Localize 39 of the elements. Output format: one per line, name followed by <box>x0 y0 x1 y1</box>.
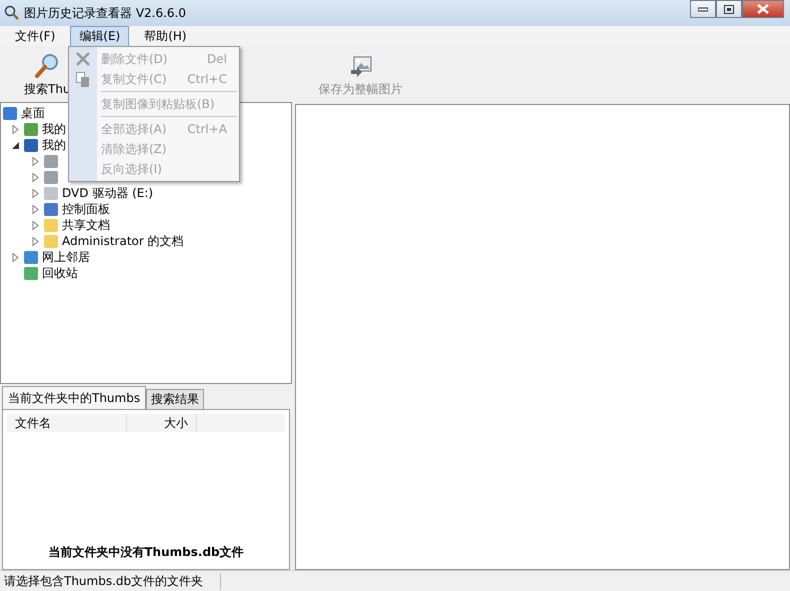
column-header[interactable]: 大小 <box>127 414 197 432</box>
expand-icon[interactable] <box>31 236 40 246</box>
maximize-button[interactable] <box>716 0 742 18</box>
copy-icon <box>76 72 90 86</box>
tree-item[interactable]: DVD 驱动器 (E:) <box>62 184 154 202</box>
menu-item[interactable]: 帮助(H) <box>135 26 196 46</box>
tab[interactable]: 搜索结果 <box>146 389 204 409</box>
tree-item[interactable]: 网上邻居 <box>42 248 90 266</box>
tree-item[interactable]: 桌面 <box>21 104 45 122</box>
expand-icon[interactable] <box>31 220 40 230</box>
status-text: 请选择包含Thumbs.db文件的文件夹 <box>0 572 221 590</box>
menu-item[interactable]: 编辑(E) <box>70 26 130 46</box>
expand-icon[interactable] <box>31 204 40 214</box>
empty-message: 当前文件夹中没有Thumbs.db文件 <box>47 544 245 561</box>
tree-item[interactable]: 我的 <box>42 120 66 138</box>
tree-item[interactable]: Administrator 的文档 <box>62 232 184 250</box>
maximize-icon <box>724 4 734 14</box>
minimize-button[interactable] <box>690 0 716 18</box>
expand-icon[interactable] <box>11 124 20 134</box>
window-title: 图片历史记录查看器 V2.6.6.0 <box>24 4 188 22</box>
close-icon <box>76 52 90 66</box>
expand-icon[interactable] <box>31 172 40 182</box>
tree-item[interactable]: 回收站 <box>42 264 78 282</box>
image-arrow-icon <box>348 55 373 79</box>
close-button[interactable] <box>742 0 784 18</box>
tab[interactable]: 当前文件夹中的Thumbs <box>2 386 146 409</box>
tree-item[interactable]: 控制面板 <box>62 200 110 218</box>
tree-item[interactable]: 共享文档 <box>62 216 110 234</box>
minimize-icon <box>698 6 708 12</box>
tree-item[interactable]: 我的 <box>42 136 66 154</box>
column-header[interactable]: 文件名 <box>7 414 127 432</box>
menu-item[interactable]: 文件(F) <box>6 26 64 46</box>
expand-icon[interactable] <box>31 156 40 166</box>
search-icon <box>34 53 60 79</box>
expand-icon[interactable] <box>31 188 40 198</box>
expand-icon[interactable] <box>11 252 20 262</box>
collapse-icon[interactable] <box>11 140 20 150</box>
close-icon <box>757 4 769 14</box>
magnifier-icon <box>4 5 20 21</box>
